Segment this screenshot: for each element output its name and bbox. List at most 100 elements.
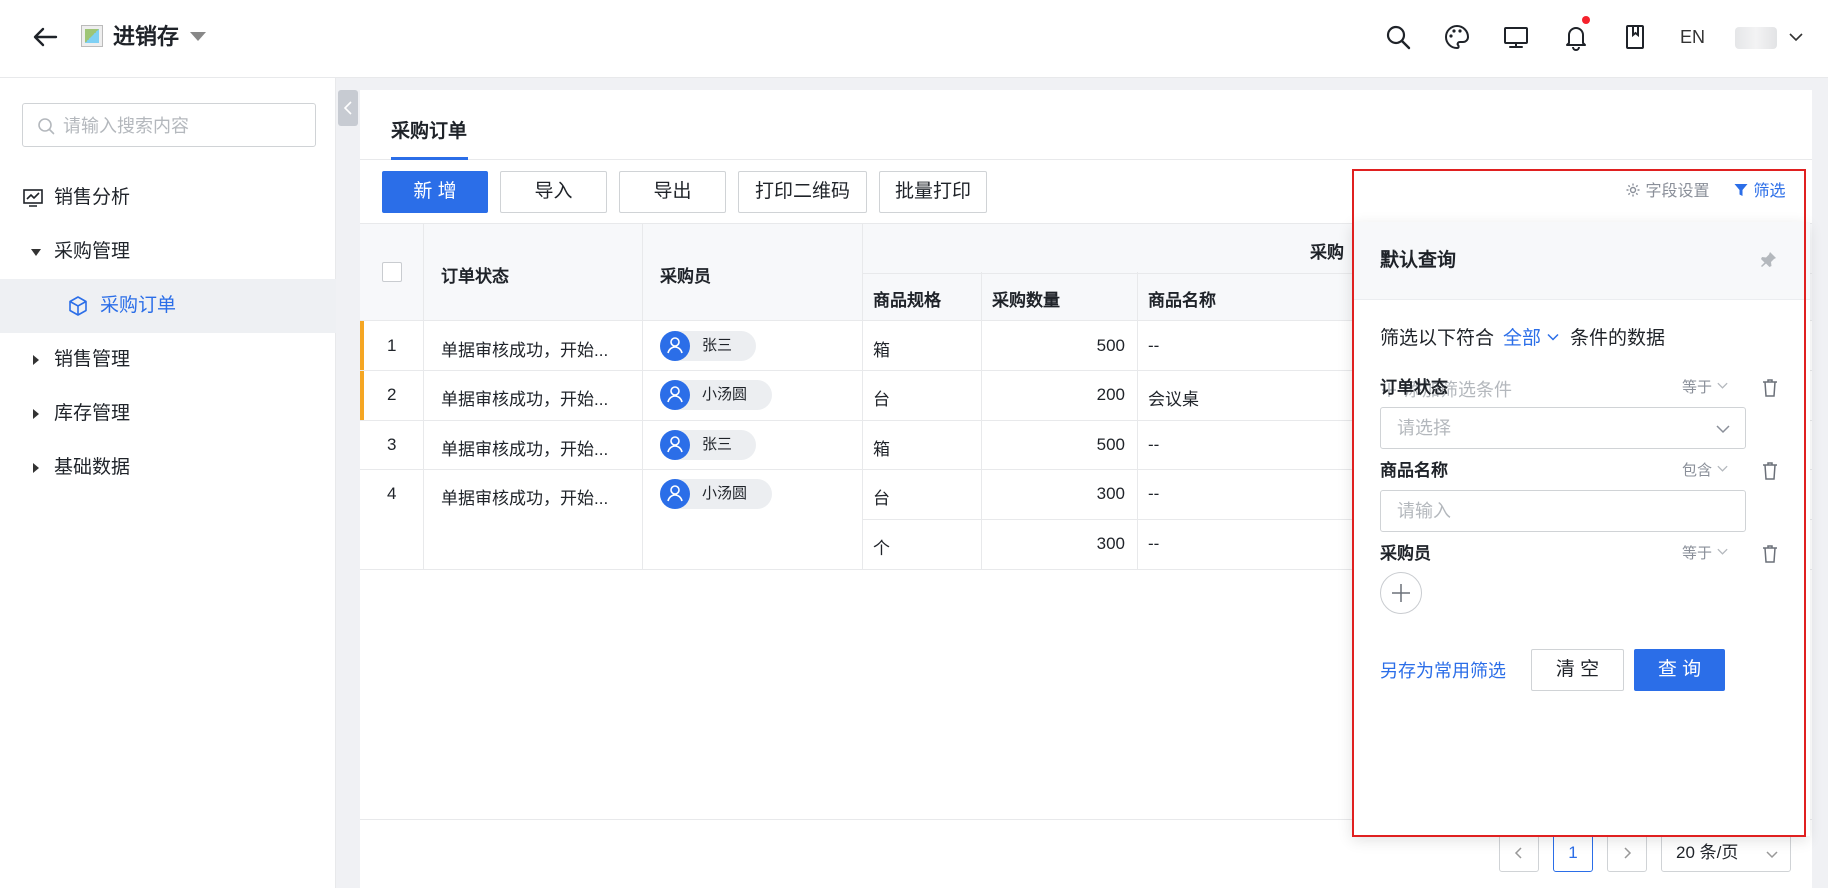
- user-icon: [667, 436, 683, 453]
- back-arrow-icon[interactable]: [30, 22, 60, 52]
- chevron-down-icon: [1717, 465, 1728, 472]
- batch-print-button[interactable]: 批量打印: [879, 171, 987, 213]
- avatar: [660, 331, 690, 361]
- buyer-name: 张三: [702, 337, 733, 354]
- column-divider: [862, 223, 863, 569]
- row-quantity: 300: [1096, 534, 1125, 553]
- plus-icon: [1392, 584, 1410, 602]
- app-title[interactable]: 进销存: [113, 22, 179, 52]
- row-status[interactable]: 单据审核成功，开始...: [441, 484, 608, 509]
- field-settings-button[interactable]: 字段设置: [1625, 181, 1709, 203]
- page-number-button[interactable]: 1: [1553, 834, 1593, 872]
- app-switch-caret-icon[interactable]: [190, 32, 206, 41]
- monitor-icon[interactable]: [1501, 22, 1531, 52]
- filter-operator-value: 包含: [1682, 462, 1713, 479]
- avatar: [660, 380, 690, 410]
- sidebar-item-sales-analysis[interactable]: 销售分析: [0, 171, 336, 225]
- condition-mode-select[interactable]: 全部: [1503, 326, 1560, 352]
- clear-button[interactable]: 清 空: [1531, 649, 1624, 691]
- header-spec[interactable]: 商品规格: [873, 286, 941, 311]
- row-index: 4: [387, 484, 397, 503]
- row-product: 会议桌: [1148, 390, 1199, 409]
- buyer-name: 小汤圆: [702, 386, 748, 403]
- next-page-button[interactable]: [1607, 834, 1647, 872]
- row-quantity: 300: [1096, 484, 1125, 503]
- sidebar-item-label: 基础数据: [54, 457, 131, 478]
- row-index: 1: [387, 336, 397, 355]
- chevron-down-icon: [1717, 382, 1728, 389]
- query-button[interactable]: 查 询: [1634, 649, 1725, 691]
- filter-operator-select[interactable]: 等于: [1682, 377, 1729, 399]
- trash-icon[interactable]: [1760, 377, 1780, 399]
- export-button[interactable]: 导出: [619, 171, 726, 213]
- row-flag: [360, 321, 364, 370]
- chevron-right-icon: [1624, 847, 1632, 859]
- header-product-name[interactable]: 商品名称: [1148, 286, 1216, 311]
- buyer-chip[interactable]: 小汤圆: [660, 479, 772, 509]
- row-status[interactable]: 单据审核成功，开始...: [441, 336, 608, 361]
- row-quantity: 200: [1096, 385, 1125, 404]
- order-status-select[interactable]: 请选择: [1380, 407, 1746, 449]
- print-qr-button[interactable]: 打印二维码: [738, 171, 867, 213]
- sidebar-item-purchase-management[interactable]: 采购管理: [0, 225, 336, 279]
- sidebar-item-sales-management[interactable]: 销售管理: [0, 333, 336, 387]
- sidebar-item-label: 采购管理: [54, 241, 131, 262]
- condition-prefix: 筛选以下符合: [1380, 328, 1495, 349]
- prev-page-button[interactable]: [1499, 834, 1539, 872]
- column-divider: [642, 223, 643, 569]
- page-size-select[interactable]: 20 条/页: [1661, 834, 1791, 872]
- select-all-checkbox[interactable]: [382, 262, 402, 282]
- filter-operator-select[interactable]: 包含: [1682, 460, 1729, 482]
- filter-operator-select[interactable]: 等于: [1682, 543, 1729, 565]
- notification-bell-icon[interactable]: [1561, 22, 1591, 52]
- input-placeholder: 请输入: [1397, 501, 1451, 521]
- filter-field-label: 采购员: [1380, 544, 1431, 563]
- bookmark-book-icon[interactable]: [1620, 22, 1650, 52]
- chevron-down-icon: [1717, 548, 1728, 555]
- cube-icon: [69, 296, 87, 316]
- filter-label: 筛选: [1753, 183, 1786, 200]
- column-divider: [423, 223, 424, 569]
- language-switch[interactable]: EN: [1680, 24, 1705, 50]
- product-name-input[interactable]: 请输入: [1380, 490, 1746, 532]
- add-buyer-button[interactable]: [1380, 572, 1422, 614]
- gear-icon: [1626, 183, 1640, 197]
- chevron-down-icon[interactable]: [1786, 27, 1806, 47]
- chevron-down-icon: [1716, 425, 1730, 434]
- buyer-chip[interactable]: 小汤圆: [660, 380, 772, 410]
- sidebar-item-label: 销售管理: [54, 349, 131, 370]
- sidebar-item-inventory-management[interactable]: 库存管理: [0, 387, 336, 441]
- buyer-name: 张三: [702, 436, 733, 453]
- caret-right-icon: [33, 409, 39, 419]
- trash-icon[interactable]: [1760, 543, 1780, 565]
- sidebar-item-purchase-orders[interactable]: 采购订单: [0, 279, 336, 333]
- header-buyer[interactable]: 采购员: [660, 262, 711, 287]
- search-icon[interactable]: [1383, 22, 1413, 52]
- user-name-blurred[interactable]: [1735, 27, 1777, 49]
- row-status[interactable]: 单据审核成功，开始...: [441, 385, 608, 410]
- filter-toggle-button[interactable]: 筛选: [1733, 181, 1785, 203]
- save-as-common-filter-link[interactable]: 另存为常用筛选: [1380, 659, 1506, 683]
- header-quantity[interactable]: 采购数量: [992, 286, 1060, 311]
- buyer-chip[interactable]: 张三: [660, 331, 756, 361]
- chevron-down-icon: [1766, 851, 1778, 859]
- tab-purchase-orders[interactable]: 采购订单: [391, 116, 467, 143]
- palette-icon[interactable]: [1442, 22, 1472, 52]
- header-purchase-group: 采购: [1310, 243, 1344, 262]
- user-icon: [667, 485, 683, 502]
- search-placeholder: 请输入搜索内容: [63, 116, 189, 136]
- sidebar-item-label: 采购订单: [100, 295, 177, 316]
- row-status[interactable]: 单据审核成功，开始...: [441, 435, 608, 460]
- sidebar-item-label: 库存管理: [54, 403, 131, 424]
- header-order-status[interactable]: 订单状态: [441, 262, 509, 287]
- import-button[interactable]: 导入: [500, 171, 607, 213]
- trash-icon[interactable]: [1760, 460, 1780, 482]
- sidebar-item-basic-data[interactable]: 基础数据: [0, 441, 336, 495]
- pin-icon[interactable]: [1758, 250, 1778, 270]
- sidebar-collapse-toggle[interactable]: [338, 90, 358, 126]
- buyer-chip[interactable]: 张三: [660, 430, 756, 460]
- sidebar-search-input[interactable]: 请输入搜索内容: [22, 103, 316, 147]
- add-button[interactable]: 新 增: [382, 171, 488, 213]
- row-index: 3: [387, 435, 397, 454]
- tab-bar: 采购订单: [360, 90, 1812, 160]
